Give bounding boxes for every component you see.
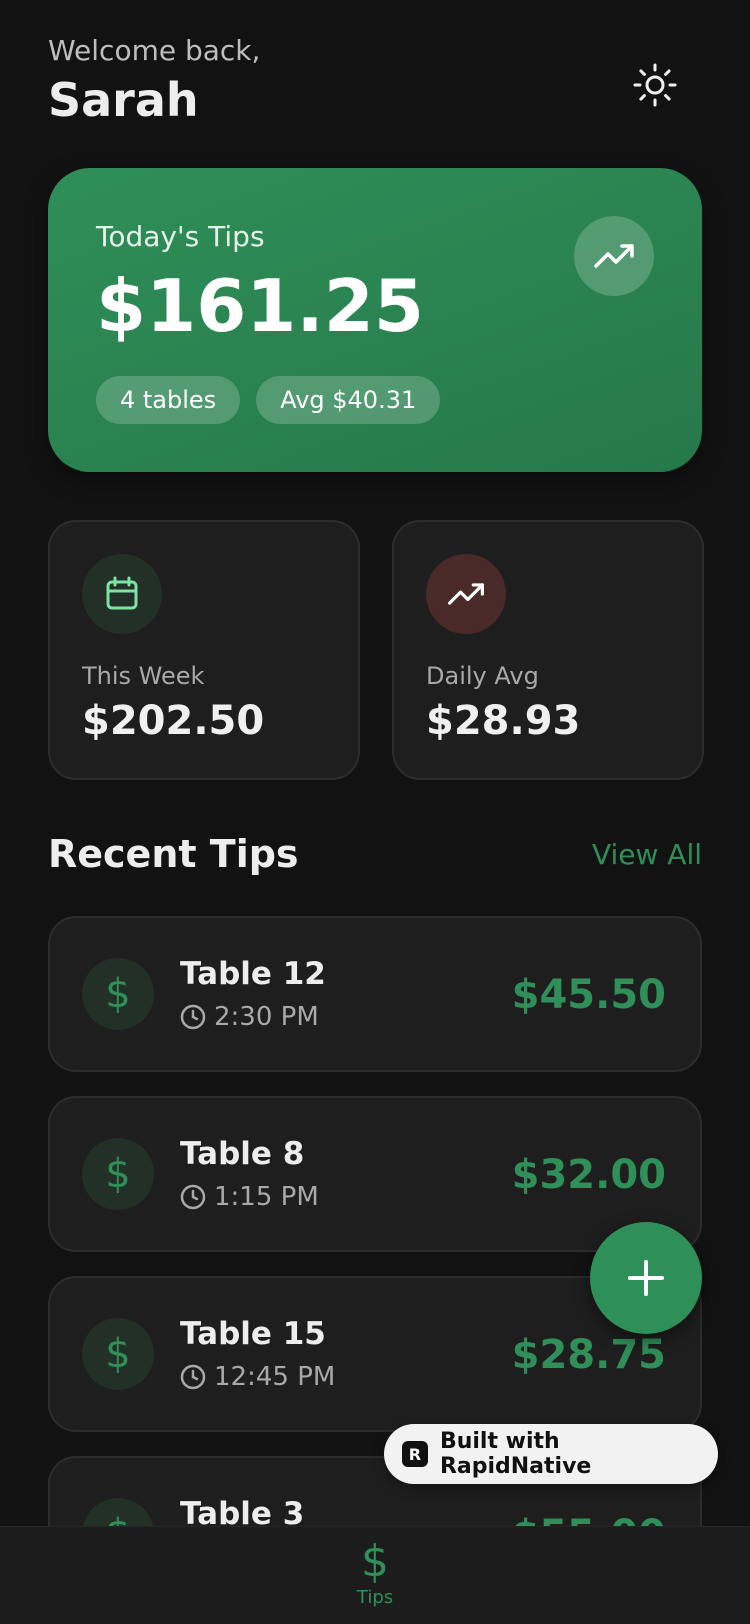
dollar-icon: $ — [82, 1498, 154, 1526]
recent-tips-title: Recent Tips — [48, 832, 299, 876]
todays-tips-label: Today's Tips — [96, 220, 265, 253]
welcome-text: Welcome back, — [48, 34, 261, 67]
dollar-icon: $ — [361, 1536, 389, 1587]
tip-time: 12:45 PM — [180, 1362, 335, 1392]
tip-list-item[interactable]: $ Table 8 1:15 PM $32.00 — [48, 1096, 702, 1252]
tip-list-item[interactable]: $ Table 12 2:30 PM $45.50 — [48, 916, 702, 1072]
todays-tips-amount: $161.25 — [96, 264, 424, 348]
greeting-header: Welcome back, Sarah — [48, 34, 260, 127]
tip-table-name: Table 12 — [180, 956, 326, 992]
add-tip-button[interactable] — [590, 1222, 702, 1334]
tip-time: 2:30 PM — [180, 1002, 319, 1032]
tip-amount: $32.00 — [511, 1152, 666, 1198]
this-week-value: $202.50 — [82, 698, 265, 744]
tip-time: 1:15 PM — [180, 1182, 319, 1212]
trending-up-icon — [448, 583, 484, 605]
tip-amount: $45.50 — [511, 972, 666, 1018]
plus-icon — [628, 1260, 664, 1296]
tip-table-name: Table 15 — [180, 1316, 326, 1352]
todays-tips-card: Today's Tips $161.25 4 tables Avg $40.31 — [48, 168, 702, 472]
average-pill: Avg $40.31 — [256, 376, 441, 424]
badge-text: Built with RapidNative — [439, 1429, 592, 1479]
tab-tips[interactable]: $ Tips — [335, 1536, 415, 1609]
view-all-link[interactable]: View All — [592, 838, 702, 871]
theme-toggle-button[interactable] — [632, 62, 678, 108]
tables-count-pill: 4 tables — [96, 376, 241, 424]
clock-icon — [180, 1184, 206, 1210]
daily-avg-label: Daily Avg — [426, 662, 539, 690]
dollar-icon: $ — [82, 958, 154, 1030]
rapidnative-logo-icon: R — [402, 1441, 428, 1467]
stat-icon-container — [426, 554, 506, 634]
stat-icon-container — [82, 554, 162, 634]
user-name: Sarah — [48, 73, 199, 127]
this-week-label: This Week — [82, 662, 205, 690]
built-with-badge[interactable]: R Built with RapidNative — [384, 1424, 718, 1484]
tip-time-text: 1:15 PM — [214, 1182, 319, 1212]
daily-avg-value: $28.93 — [426, 698, 581, 744]
bottom-tab-bar: $ Tips — [0, 1526, 750, 1624]
this-week-card: This Week $202.50 — [48, 520, 360, 780]
tip-time-text: 2:30 PM — [214, 1002, 319, 1032]
clock-icon — [180, 1004, 206, 1030]
tip-amount: $55.00 — [512, 1512, 666, 1526]
calendar-icon — [106, 576, 138, 610]
trend-badge — [574, 216, 654, 296]
summary-pills: 4 tables Avg $40.31 — [96, 376, 441, 424]
tip-table-name: Table 8 — [180, 1136, 305, 1172]
tip-table-name: Table 3 — [180, 1496, 305, 1526]
daily-avg-card: Daily Avg $28.93 — [392, 520, 704, 780]
tip-amount: $28.75 — [511, 1332, 666, 1378]
tab-tips-label: Tips — [356, 1587, 394, 1608]
dollar-icon: $ — [82, 1318, 154, 1390]
dollar-icon: $ — [82, 1138, 154, 1210]
trending-up-icon — [594, 244, 634, 268]
tip-time-text: 12:45 PM — [214, 1362, 336, 1392]
sun-icon — [633, 63, 677, 107]
clock-icon — [180, 1364, 206, 1390]
